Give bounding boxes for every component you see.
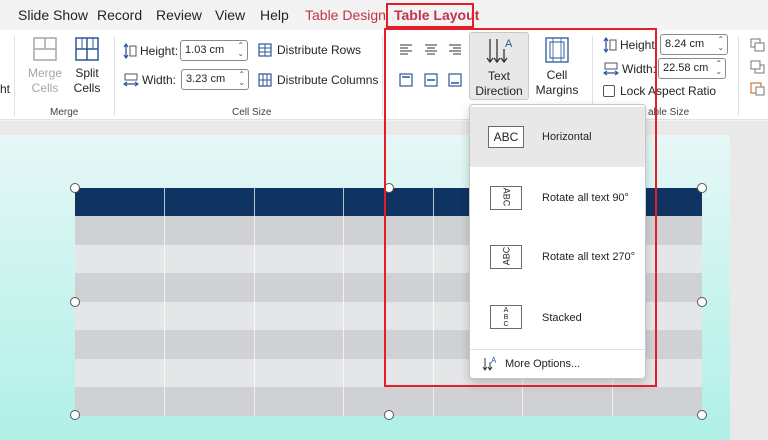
split-cells-label-2: Cells <box>73 81 101 95</box>
distribute-columns-label: Distribute Columns <box>277 73 379 87</box>
merge-cells-label-2: Cells <box>31 81 59 95</box>
table-height-input[interactable]: 8.24 cm ⌃ ⌄ <box>660 34 729 55</box>
spinner-arrows-icon[interactable]: ⌃ ⌄ <box>715 60 722 76</box>
group-separator <box>738 36 739 116</box>
group-separator <box>382 36 383 116</box>
table-width-value: 22.58 cm <box>663 62 709 74</box>
cell-height-input[interactable]: 1.03 cm ⌃ ⌄ <box>180 40 249 61</box>
table-column-divider <box>343 188 344 416</box>
distribute-rows-button[interactable]: Distribute Rows <box>258 43 361 57</box>
distribute-rows-label: Distribute Rows <box>277 43 362 57</box>
cell-width-value: 3.23 cm <box>186 73 226 85</box>
resize-handle-top-left[interactable] <box>70 183 80 193</box>
bring-forward-icon[interactable] <box>750 38 766 52</box>
cell-width-label: Width: <box>142 72 177 87</box>
height-icon <box>123 42 137 59</box>
table-column-divider <box>254 188 255 416</box>
cell-size-group-label: Cell Size <box>232 107 272 118</box>
distribute-columns-button[interactable]: Distribute Columns <box>258 73 378 87</box>
merge-cells-button[interactable]: Merge Cells <box>24 36 66 96</box>
spinner-arrows-icon[interactable]: ⌃ ⌄ <box>717 36 724 52</box>
resize-handle-top-right[interactable] <box>697 183 707 193</box>
tab-table-design[interactable]: Table Design <box>305 7 386 23</box>
tab-review[interactable]: Review <box>156 7 202 23</box>
selection-pane-icon[interactable] <box>750 82 766 96</box>
resize-handle-bottom-left[interactable] <box>70 410 80 420</box>
width-icon <box>123 73 139 86</box>
resize-handle-bottom-right[interactable] <box>697 410 707 420</box>
cell-width-row: Width: 3.23 cm ⌃ ⌄ <box>123 69 250 90</box>
distribute-rows-icon <box>258 43 272 57</box>
resize-handle-left[interactable] <box>70 297 80 307</box>
group-separator <box>14 36 15 116</box>
cell-height-label: Height: <box>140 43 179 58</box>
spinner-arrows-icon[interactable]: ⌃ ⌄ <box>238 71 245 87</box>
merge-cells-label-1: Merge <box>27 66 62 80</box>
tab-slide-show[interactable]: Slide Show <box>18 7 88 23</box>
tab-highlight-box <box>386 3 474 28</box>
resize-handle-right[interactable] <box>697 297 707 307</box>
distribute-columns-icon <box>258 73 272 87</box>
split-cells-label-1: Split <box>75 66 99 80</box>
merge-cells-icon <box>33 37 57 61</box>
menu-bar: Slide Show Record Review View Help Table… <box>0 0 768 30</box>
table-width-input[interactable]: 22.58 cm ⌃ ⌄ <box>658 58 727 79</box>
table-column-divider <box>164 188 165 416</box>
highlight-frame <box>384 28 657 387</box>
spinner-arrows-icon[interactable]: ⌃ ⌄ <box>237 42 244 58</box>
send-backward-icon[interactable] <box>750 60 766 74</box>
tab-record[interactable]: Record <box>97 7 142 23</box>
merge-group-label: Merge <box>50 107 79 118</box>
partial-label: ht <box>0 82 11 96</box>
resize-handle-bottom[interactable] <box>384 410 394 420</box>
cell-height-value: 1.03 cm <box>185 44 225 56</box>
group-separator <box>114 36 115 116</box>
split-cells-icon <box>75 37 99 61</box>
cell-width-input[interactable]: 3.23 cm ⌃ ⌄ <box>181 69 250 90</box>
tab-help[interactable]: Help <box>260 7 289 23</box>
table-height-value: 8.24 cm <box>665 38 705 50</box>
cell-height-row: Height: 1.03 cm ⌃ ⌄ <box>123 40 249 61</box>
split-cells-button[interactable]: Split Cells <box>68 36 106 96</box>
tab-view[interactable]: View <box>215 7 245 23</box>
